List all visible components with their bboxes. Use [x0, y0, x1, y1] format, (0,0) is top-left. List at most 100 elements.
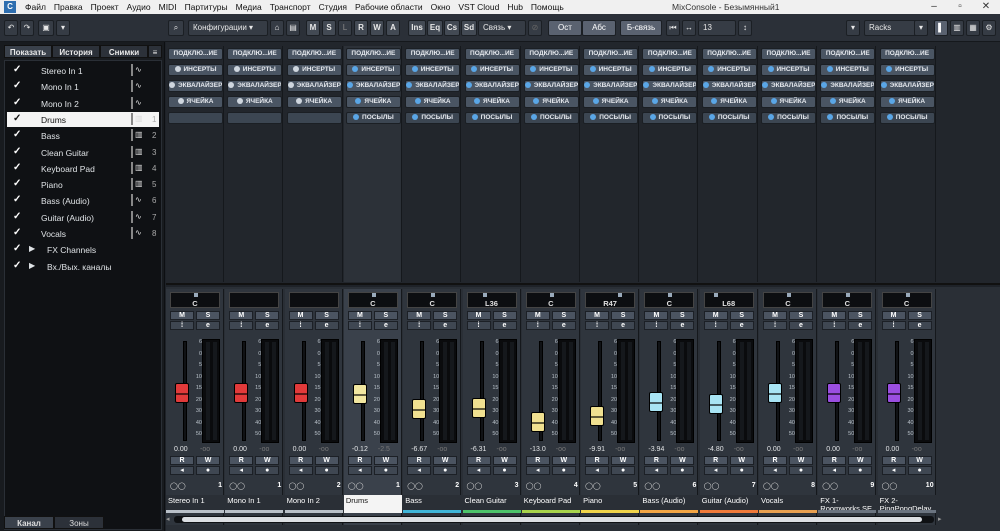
rack-routing[interactable]: ПОДКЛЮ...ИЕ — [345, 48, 401, 60]
rack-bypass-icon[interactable] — [829, 98, 836, 104]
menu-item[interactable]: Партитуры — [181, 2, 232, 12]
rack-bypass-icon[interactable] — [352, 66, 359, 72]
scroll-to-start-icon[interactable]: ⏮ — [666, 20, 680, 36]
volume-value[interactable]: -0.12 — [352, 446, 368, 453]
rack-sends[interactable]: ПОСЫЛЫ — [879, 112, 935, 124]
read-button[interactable]: R — [170, 456, 194, 465]
rack-eq[interactable]: ЭКВАЛАЙЗЕР — [761, 80, 816, 92]
edit-channel-icon[interactable]: e — [789, 321, 813, 330]
rack-eq[interactable]: ЭКВАЛАЙЗЕР — [168, 80, 223, 92]
rack-inserts[interactable]: ИНСЕРТЫ — [405, 64, 461, 76]
rack-bypass-icon[interactable] — [296, 98, 303, 104]
rack-bypass-icon[interactable] — [702, 82, 709, 88]
rack-eq[interactable]: ЭКВАЛАЙЗЕР — [464, 80, 520, 92]
mute-button[interactable]: M — [525, 311, 550, 320]
rack-sends[interactable]: ПОСЫЛЫ — [642, 112, 698, 124]
visibility-list-item[interactable]: ✓ Bass (Audio) ∿ 6 — [7, 193, 159, 208]
expand-arrow-icon[interactable]: ▶ — [29, 244, 35, 253]
channel-name[interactable]: Stereo In 1 — [166, 495, 224, 510]
rack-sends[interactable]: ПОСЫЛЫ — [820, 112, 876, 124]
inserts-toggle[interactable]: Ins — [408, 20, 426, 36]
read-all-button[interactable]: R — [354, 20, 368, 36]
edit-channel-icon[interactable]: e — [907, 321, 932, 330]
visible-check-icon[interactable]: ✓ — [13, 243, 21, 254]
close-button[interactable]: ✕ — [972, 0, 1000, 14]
rack-bypass-icon[interactable] — [643, 82, 650, 88]
monitor-icon[interactable]: ◂ — [347, 466, 372, 475]
listen-icon[interactable]: ⁞ — [525, 321, 550, 330]
monitor-icon[interactable]: ◂ — [466, 466, 491, 475]
pan-control[interactable] — [229, 292, 280, 308]
rack-strip[interactable]: ЯЧЕЙКА — [879, 96, 935, 108]
volume-value[interactable]: 0.00 — [174, 446, 188, 453]
tab-snapshots[interactable]: Снимки — [100, 45, 148, 58]
menu-item[interactable]: Транспорт — [266, 2, 315, 12]
link-icon[interactable]: ◯◯ — [644, 483, 660, 490]
visibility-list-item[interactable]: ✓ Vocals ∿ 8 — [7, 226, 159, 241]
write-button[interactable]: W — [492, 456, 517, 465]
rack-bypass-icon[interactable] — [233, 66, 240, 72]
read-button[interactable]: R — [703, 456, 728, 465]
monitor-icon[interactable]: ◂ — [881, 466, 906, 475]
fader-handle[interactable] — [412, 399, 427, 419]
rack-bypass-icon[interactable] — [886, 114, 893, 120]
rack-inserts[interactable]: ИНСЕРТЫ — [820, 64, 876, 76]
volume-value[interactable]: -13.0 — [530, 446, 546, 453]
rack-routing[interactable]: ПОДКЛЮ...ИЕ — [405, 48, 461, 60]
mute-button[interactable]: M — [881, 311, 906, 320]
write-button[interactable]: W — [433, 456, 458, 465]
listen-icon[interactable]: ⁞ — [644, 321, 669, 330]
rack-bypass-icon[interactable] — [530, 114, 537, 120]
visibility-list-item[interactable]: ✓ Mono In 1 ∿ — [7, 79, 159, 94]
rack-bypass-icon[interactable] — [353, 114, 360, 120]
write-button[interactable]: W — [789, 456, 813, 465]
rack-routing[interactable]: ПОДКЛЮ...ИЕ — [701, 48, 757, 60]
volume-value[interactable]: -9.91 — [589, 446, 605, 453]
scroll-left-icon[interactable]: ◂ — [166, 516, 172, 523]
edit-channel-icon[interactable]: e — [670, 321, 695, 330]
eq-toggle[interactable]: Eq — [427, 20, 443, 36]
link-icon[interactable]: ◯◯ — [289, 483, 305, 490]
camera-icon[interactable]: ▣ — [38, 20, 54, 36]
fader-handle[interactable] — [175, 383, 189, 403]
record-icon[interactable]: ● — [789, 466, 813, 475]
racks-dropdown-arrow-icon[interactable]: ▾ — [914, 20, 928, 36]
menu-item[interactable]: Рабочие области — [351, 2, 427, 12]
menu-item[interactable]: Студия — [315, 2, 351, 12]
pan-control[interactable] — [288, 292, 339, 308]
record-icon[interactable]: ● — [848, 466, 873, 475]
link-icon[interactable]: ◯◯ — [467, 483, 483, 490]
pan-control[interactable]: C — [822, 292, 873, 308]
write-button[interactable]: W — [611, 456, 636, 465]
mute-button[interactable]: M — [644, 311, 669, 320]
solo-button[interactable]: S — [492, 311, 517, 320]
listen-icon[interactable]: ⁞ — [347, 321, 372, 330]
rack-strip[interactable]: ЯЧЕЙКА — [642, 96, 698, 108]
undo-icon[interactable]: ↶ — [4, 20, 18, 36]
rack-eq[interactable]: ЭКВАЛАЙЗЕР — [820, 80, 876, 92]
channel-name[interactable]: FX 2-PingPongDelay — [877, 495, 936, 510]
read-button[interactable]: R — [229, 456, 254, 465]
solo-button[interactable]: S — [314, 311, 339, 320]
listen-icon[interactable]: ⁞ — [703, 321, 728, 330]
visible-check-icon[interactable]: ✓ — [13, 211, 21, 222]
menu-item[interactable]: Файл — [21, 2, 50, 12]
visible-check-icon[interactable]: ✓ — [13, 194, 21, 205]
listen-icon[interactable]: ⁞ — [229, 321, 254, 330]
record-icon[interactable]: ● — [670, 466, 695, 475]
tab-history[interactable]: История — [52, 45, 100, 58]
rack-bypass-icon[interactable] — [826, 66, 833, 72]
channel-name[interactable]: FX 1-Roomworks SE — [818, 495, 877, 510]
read-button[interactable]: R — [347, 456, 372, 465]
rack-bypass-icon[interactable] — [411, 66, 418, 72]
volume-value[interactable]: 0.00 — [233, 446, 247, 453]
rack-strip[interactable]: ЯЧЕЙКА — [820, 96, 876, 108]
edit-channel-icon[interactable]: e — [551, 321, 576, 330]
listen-icon[interactable]: ⁞ — [288, 321, 313, 330]
solo-button[interactable]: S — [670, 311, 695, 320]
horizontal-scrollbar[interactable] — [174, 516, 934, 523]
volume-value[interactable]: -3.94 — [648, 446, 664, 453]
redo-icon[interactable]: ↷ — [20, 20, 34, 36]
record-icon[interactable]: ● — [729, 466, 754, 475]
fader-handle[interactable] — [649, 392, 664, 412]
